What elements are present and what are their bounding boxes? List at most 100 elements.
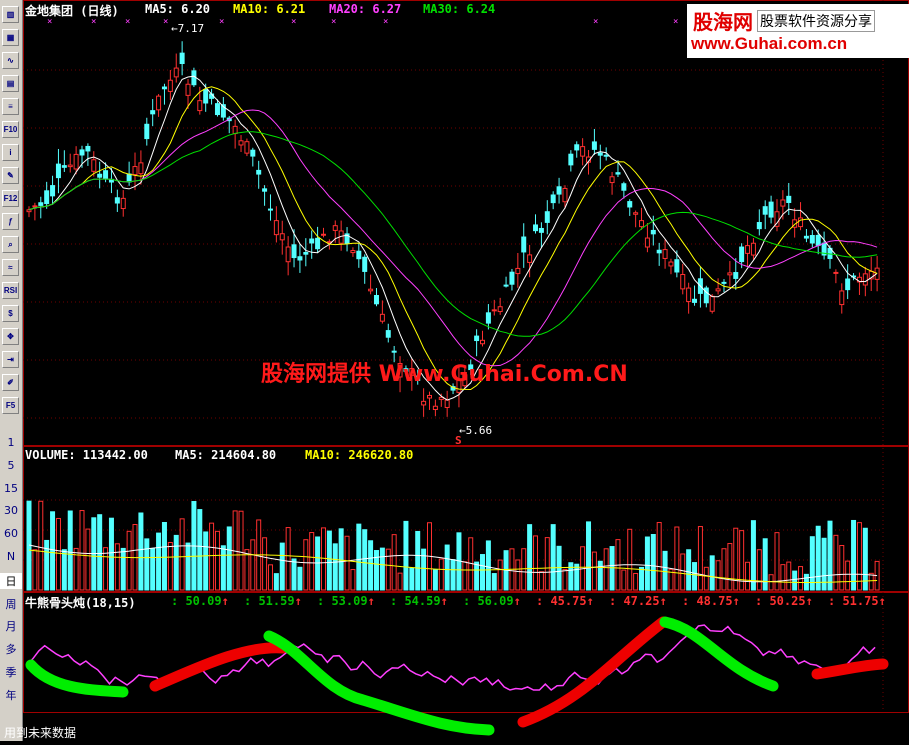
candle-body bbox=[668, 261, 674, 267]
bear-segment bbox=[25, 659, 129, 698]
volume-bar bbox=[644, 536, 650, 591]
candle-body bbox=[203, 89, 209, 104]
volume-bar bbox=[262, 537, 268, 591]
volume-bar bbox=[591, 551, 597, 591]
candle-body bbox=[50, 185, 56, 197]
stock-title: 金地集团 (日线) bbox=[25, 4, 119, 18]
candle-body bbox=[597, 152, 603, 156]
volume-bar bbox=[85, 528, 91, 591]
candle-body bbox=[356, 250, 362, 260]
candle-body bbox=[379, 313, 385, 322]
candle-body bbox=[674, 259, 680, 273]
volume-bar bbox=[450, 559, 456, 591]
candle-body bbox=[426, 394, 432, 399]
exit-icon[interactable]: ⇥ bbox=[2, 351, 19, 368]
period-8-button[interactable]: 月 bbox=[0, 618, 22, 634]
candle-body bbox=[373, 295, 379, 305]
volume-bar bbox=[114, 543, 120, 591]
period-4-button[interactable]: 60 bbox=[0, 527, 22, 540]
volume-bar bbox=[515, 559, 521, 591]
multi-chart-icon[interactable]: ▤ bbox=[2, 75, 19, 92]
volume-bar bbox=[538, 571, 544, 591]
volume-bar bbox=[586, 521, 592, 591]
volume-bar bbox=[220, 545, 226, 591]
volume-bar bbox=[827, 520, 833, 591]
candle-body bbox=[803, 235, 809, 239]
candle-body bbox=[762, 206, 768, 215]
tool-f10-button[interactable]: F10 bbox=[2, 121, 19, 138]
candle-body bbox=[197, 100, 203, 112]
volume-bar bbox=[273, 573, 279, 591]
period-0-button[interactable]: 1 bbox=[0, 436, 22, 449]
volume-bar bbox=[385, 548, 391, 591]
period-10-button[interactable]: 季 bbox=[0, 664, 22, 680]
volume-bar bbox=[639, 566, 645, 591]
volume-bar bbox=[79, 510, 85, 591]
volume-bar bbox=[650, 533, 656, 591]
period-9-button[interactable]: 多 bbox=[0, 641, 22, 657]
volume-bar bbox=[55, 517, 61, 591]
candle-body bbox=[709, 295, 715, 312]
candle-body bbox=[739, 246, 745, 263]
tool-f5-button[interactable]: F5 bbox=[2, 397, 19, 414]
table-icon[interactable]: ▦ bbox=[2, 29, 19, 46]
period-11-button[interactable]: 年 bbox=[0, 687, 22, 703]
candle-body bbox=[32, 205, 38, 208]
bull-segment bbox=[517, 616, 669, 728]
candle-body bbox=[73, 153, 79, 170]
candle-body bbox=[191, 70, 197, 86]
pen-icon[interactable]: ✐ bbox=[2, 374, 19, 391]
volume-bar bbox=[267, 564, 273, 591]
volume-bar bbox=[597, 560, 603, 591]
tool-rsi-button[interactable]: RSI bbox=[2, 282, 19, 299]
zoom-icon[interactable]: ⌕ bbox=[2, 236, 19, 253]
info-icon[interactable]: i bbox=[2, 144, 19, 161]
volume-bar bbox=[432, 569, 438, 591]
volume-bar bbox=[674, 526, 680, 591]
brand-banner[interactable]: 股海网 股票软件资源分享 www.Guhai.com.cn bbox=[687, 4, 909, 58]
candle-body bbox=[568, 153, 574, 166]
volume-bar bbox=[397, 572, 403, 591]
period-5-button[interactable]: N bbox=[0, 550, 22, 563]
bull-segment bbox=[149, 642, 289, 692]
volume-bar bbox=[721, 548, 727, 591]
volume-bar bbox=[150, 548, 156, 591]
indicator-title: 牛熊骨头炖(18,15) bbox=[25, 596, 136, 610]
ma5-readout: MA5: 6.20 bbox=[145, 2, 211, 16]
tool-f12-button[interactable]: F12 bbox=[2, 190, 19, 207]
volume-bar bbox=[845, 560, 851, 591]
wave-icon[interactable]: ≈ bbox=[2, 259, 19, 276]
chart-icon[interactable]: ▥ bbox=[2, 6, 19, 23]
line-icon[interactable]: ∿ bbox=[2, 52, 19, 69]
candle-body bbox=[67, 164, 73, 168]
dollar-icon[interactable]: $ bbox=[2, 305, 19, 322]
period-2-button[interactable]: 15 bbox=[0, 482, 22, 495]
formula-icon[interactable]: ƒ bbox=[2, 213, 19, 230]
volume-bar bbox=[344, 535, 350, 591]
volume-bar bbox=[379, 547, 385, 591]
volume-bar bbox=[309, 532, 315, 591]
candle-body bbox=[273, 220, 279, 236]
candle-body bbox=[845, 278, 851, 291]
period-1-button[interactable]: 5 bbox=[0, 459, 22, 472]
indicator-level-2: : 53.09↑ bbox=[317, 594, 375, 608]
volume-bar bbox=[32, 549, 38, 591]
candle-body bbox=[179, 52, 185, 65]
period-6-button[interactable]: 日 bbox=[0, 572, 22, 589]
period-7-button[interactable]: 周 bbox=[0, 596, 22, 612]
volume-bar bbox=[527, 524, 533, 591]
candle-body bbox=[615, 172, 621, 175]
ma20-readout: MA20: 6.27 bbox=[329, 2, 402, 16]
volume-bar bbox=[633, 572, 639, 591]
candle-body bbox=[214, 103, 220, 116]
depth-icon[interactable]: ≡ bbox=[2, 98, 19, 115]
candle-body bbox=[185, 83, 191, 96]
volume-bar bbox=[244, 549, 250, 591]
move-icon[interactable]: ✥ bbox=[2, 328, 19, 345]
brand-url[interactable]: www.Guhai.com.cn bbox=[691, 34, 847, 54]
volume-bar bbox=[226, 526, 232, 591]
period-3-button[interactable]: 30 bbox=[0, 504, 22, 517]
volume-bar bbox=[462, 561, 468, 591]
notes-icon[interactable]: ✎ bbox=[2, 167, 19, 184]
candle-body bbox=[527, 254, 533, 263]
